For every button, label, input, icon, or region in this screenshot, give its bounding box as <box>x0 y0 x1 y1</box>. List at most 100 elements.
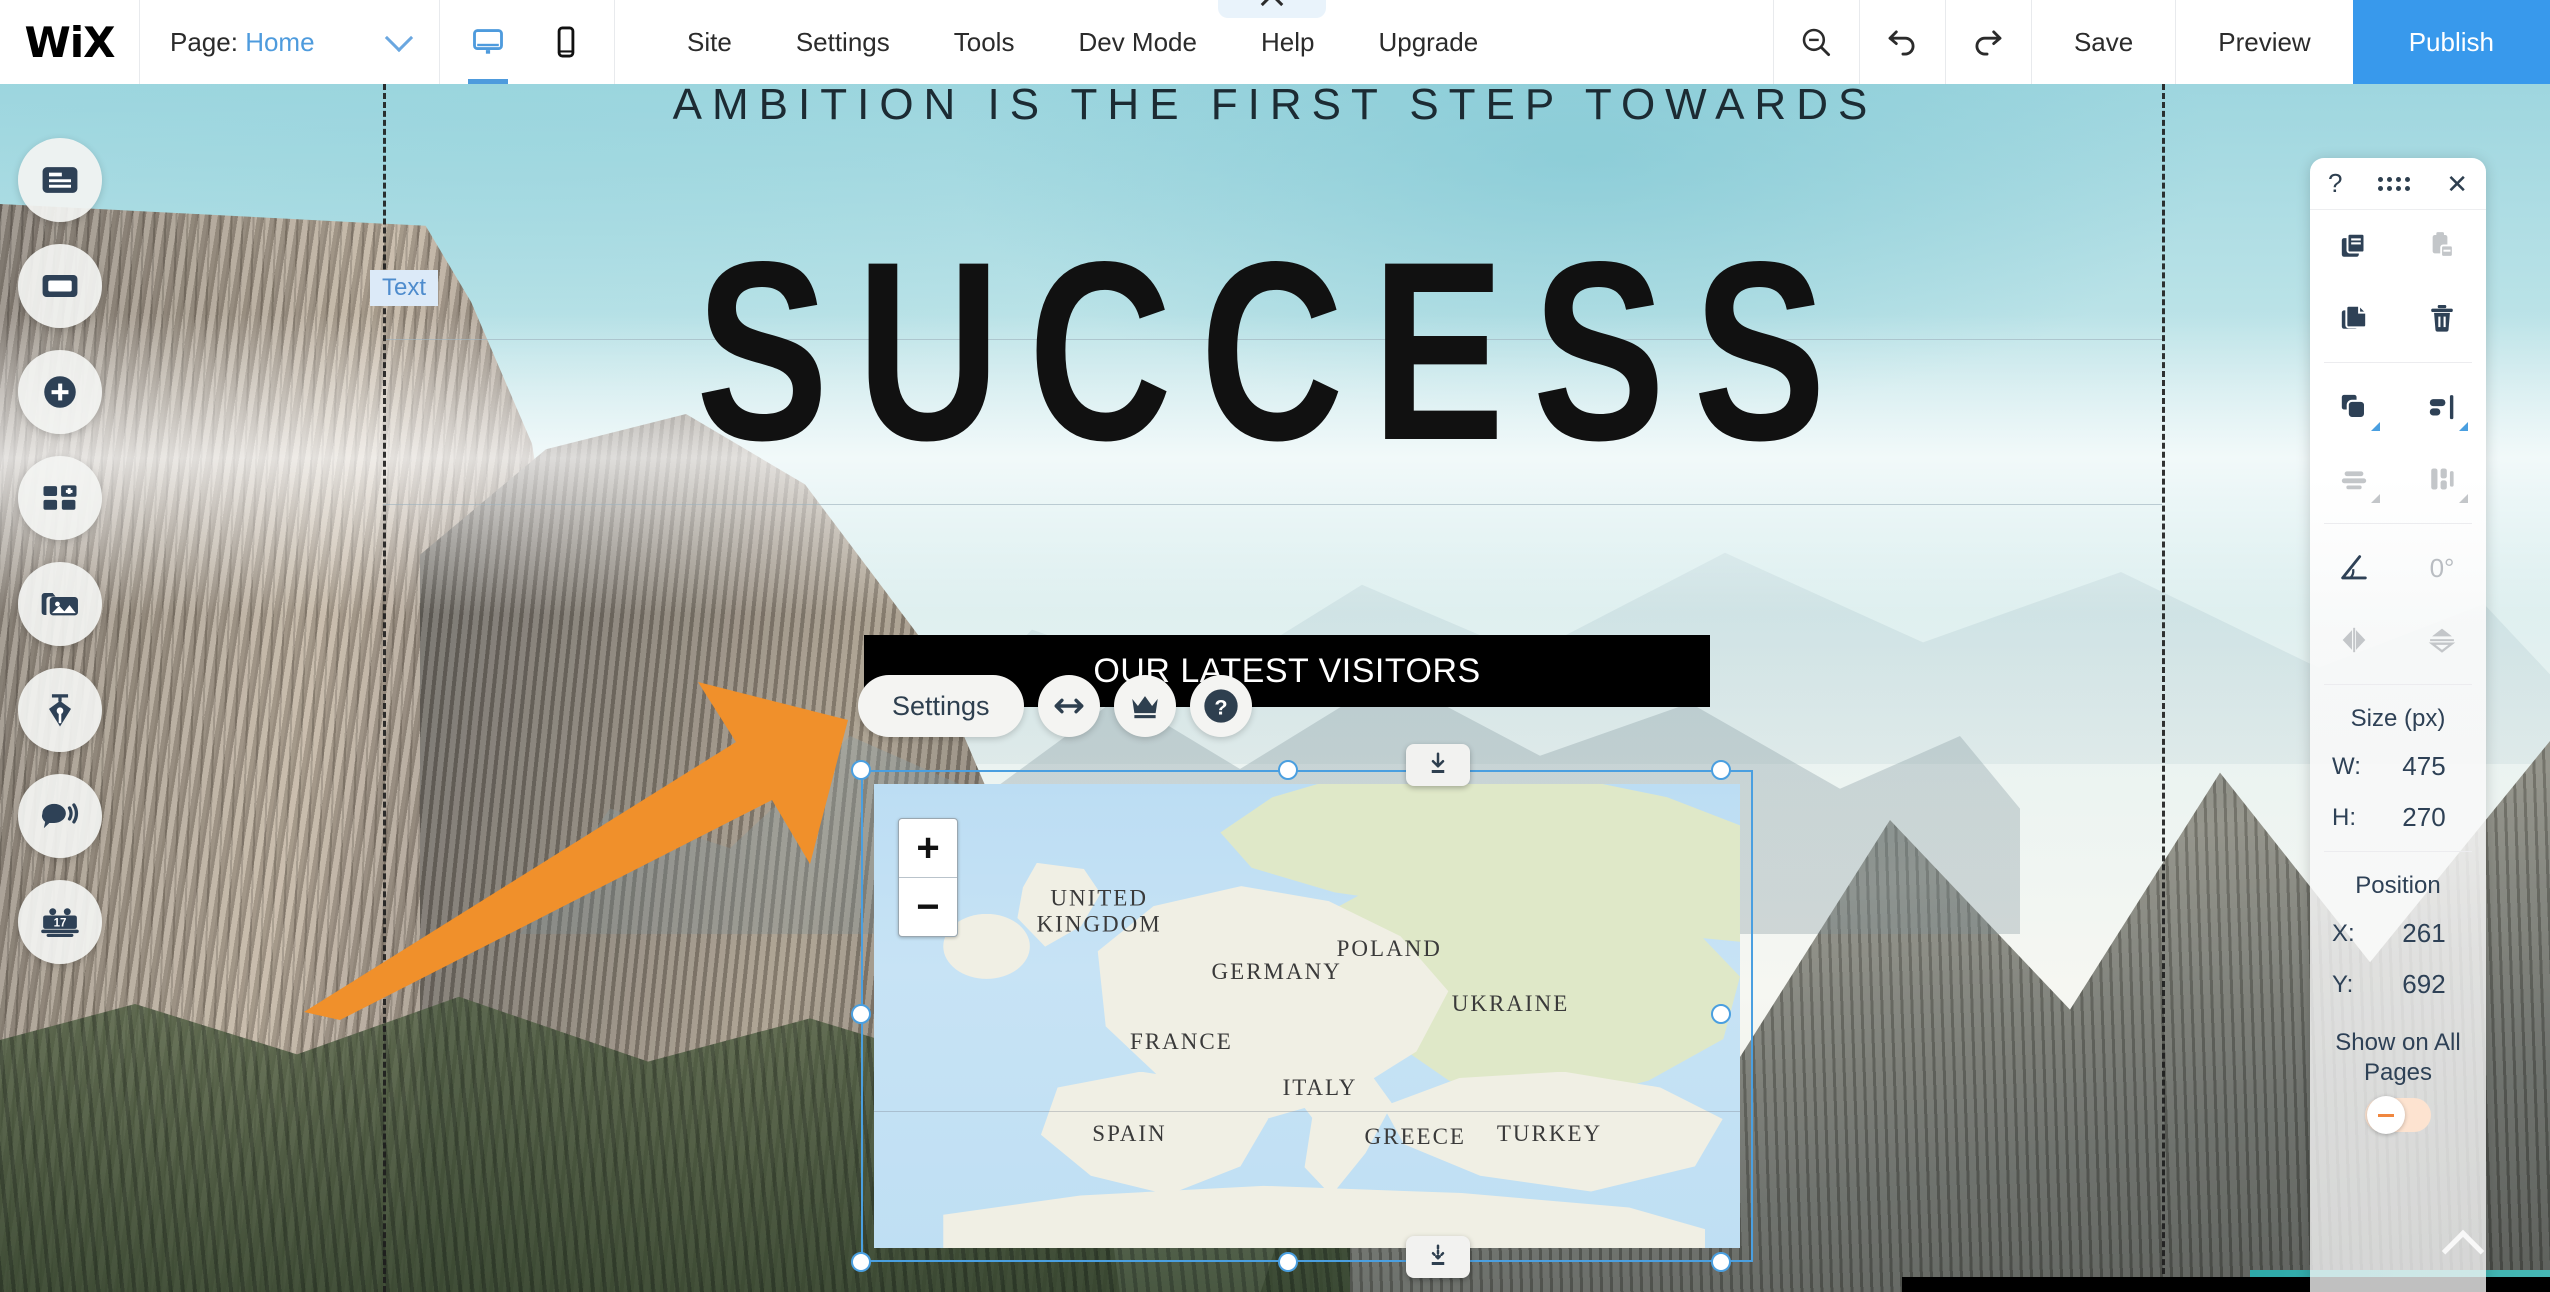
position-x-row[interactable]: X: 261 <box>2310 908 2486 959</box>
resize-handle-bottom-center[interactable] <box>1278 1252 1298 1272</box>
resize-handle-top-right[interactable] <box>1711 760 1731 780</box>
element-settings-button[interactable]: Settings <box>858 675 1024 737</box>
size-width-row[interactable]: W: 475 <box>2310 741 2486 792</box>
map-zoom-out-button[interactable]: − <box>899 878 957 936</box>
mobile-icon <box>557 26 575 58</box>
sidebar-item-bookings[interactable]: 17 <box>18 880 102 964</box>
show-on-all-pages-toggle[interactable] <box>2365 1096 2431 1134</box>
sidebar-item-menus-pages[interactable] <box>18 138 102 222</box>
undo-button[interactable] <box>1858 0 1945 84</box>
push-down-handle-top[interactable] <box>1406 744 1470 786</box>
distribute-horizontal-button[interactable] <box>2398 443 2486 515</box>
arrange-layers-button[interactable] <box>2310 371 2398 443</box>
sidebar-item-add[interactable] <box>18 350 102 434</box>
close-icon[interactable]: ✕ <box>2446 171 2468 197</box>
map-element[interactable]: UNITED KINGDOM POLAND GERMANY UKRAINE FRANCE… <box>874 784 1740 1248</box>
sidebar-item-add-apps[interactable] <box>18 456 102 540</box>
copy-style-button[interactable] <box>2310 210 2398 282</box>
map-zoom-in-button[interactable]: + <box>899 819 957 877</box>
height-label: H: <box>2332 803 2356 831</box>
distribute-vertical-button[interactable] <box>2310 443 2398 515</box>
arrange-layers-icon <box>2341 394 2367 420</box>
rotation-value[interactable]: 0° <box>2398 532 2486 604</box>
bookings-icon: 17 <box>41 908 79 937</box>
rotate-button[interactable] <box>2310 532 2398 604</box>
flip-horizontal-button[interactable] <box>2310 604 2398 676</box>
flip-vertical-button[interactable] <box>2398 604 2486 676</box>
drag-dots-icon[interactable] <box>2378 176 2411 191</box>
distribute-vertical-icon <box>2341 471 2367 490</box>
submenu-indicator <box>2371 494 2380 503</box>
element-action-toolbar[interactable]: Settings ? <box>858 675 1252 737</box>
collapse-top-bar-button[interactable] <box>1218 0 1326 18</box>
delete-button[interactable] <box>2398 282 2486 354</box>
element-help-button[interactable]: ? <box>1189 675 1252 737</box>
position-y-value[interactable]: 692 <box>2382 969 2466 1000</box>
menu-item-upgrade[interactable]: Upgrade <box>1346 0 1510 84</box>
redo-icon <box>1976 30 2002 56</box>
sidebar-item-blog[interactable] <box>18 668 102 752</box>
editor-top-bar[interactable]: WiX Page: Home Site Settings Tools Dev M… <box>0 0 2550 84</box>
menu-item-site[interactable]: Site <box>655 0 764 84</box>
desktop-view-button[interactable] <box>462 0 514 84</box>
mobile-view-button[interactable] <box>540 0 592 84</box>
map-country-label: GERMANY <box>1211 958 1342 984</box>
top-bar-right-actions[interactable]: Save Preview Publish <box>1772 0 2550 84</box>
left-sidebar[interactable]: 17 <box>18 138 102 964</box>
divider <box>2324 851 2472 852</box>
duplicate-button[interactable] <box>2310 282 2398 354</box>
align-button[interactable] <box>2398 371 2486 443</box>
publish-button[interactable]: Publish <box>2352 0 2550 84</box>
panel-clipboard-actions[interactable] <box>2310 210 2486 354</box>
sidebar-item-chat[interactable] <box>18 774 102 858</box>
push-down-icon <box>1431 752 1445 773</box>
resize-handle-middle-right[interactable] <box>1711 1004 1731 1024</box>
wix-logo[interactable]: WiX <box>0 0 140 84</box>
resize-handle-top-center[interactable] <box>1278 760 1298 780</box>
size-height-row[interactable]: H: 270 <box>2310 792 2486 843</box>
editor-canvas[interactable]: AMBITION IS THE FIRST STEP TOWARDS SUCCE… <box>0 84 2550 1292</box>
panel-rotate-row[interactable]: 0° <box>2310 532 2486 676</box>
preview-button[interactable]: Preview <box>2175 0 2352 84</box>
height-value[interactable]: 270 <box>2382 802 2466 833</box>
width-value[interactable]: 475 <box>2382 751 2466 782</box>
width-label: W: <box>2332 752 2361 780</box>
element-tools-panel[interactable]: ? ✕ 0° Size (px) W: 475 H: 270 Position … <box>2310 158 2486 1292</box>
position-y-row[interactable]: Y: 692 <box>2310 959 2486 1010</box>
help-icon[interactable]: ? <box>2328 168 2342 199</box>
hero-heading[interactable]: SUCCESS <box>281 224 2270 479</box>
show-on-all-pages-label: Show on All Pages <box>2335 1029 2461 1086</box>
apps-icon <box>43 485 77 510</box>
page-selector-label: Page: Home <box>170 26 315 57</box>
element-upgrade-button[interactable] <box>1113 675 1176 737</box>
resize-handle-top-left[interactable] <box>851 760 871 780</box>
main-menu[interactable]: Site Settings Tools Dev Mode Help Upgrad… <box>615 0 1510 84</box>
align-horizontal-icon <box>2429 395 2454 420</box>
paste-style-button[interactable] <box>2398 210 2486 282</box>
resize-handle-middle-left[interactable] <box>851 1004 871 1024</box>
save-button[interactable]: Save <box>2030 0 2175 84</box>
menu-item-tools[interactable]: Tools <box>922 0 1047 84</box>
media-icon <box>41 593 78 616</box>
sidebar-item-my-uploads[interactable] <box>18 562 102 646</box>
current-page-name: Home <box>245 26 315 57</box>
redo-button[interactable] <box>1944 0 2031 84</box>
device-switcher[interactable] <box>440 0 615 84</box>
element-stretch-button[interactable] <box>1037 675 1100 737</box>
map-canvas[interactable]: UNITED KINGDOM POLAND GERMANY UKRAINE FRANCE… <box>874 784 1740 1248</box>
page-selector[interactable]: Page: Home <box>140 0 440 84</box>
toggle-knob <box>2367 1096 2405 1134</box>
menu-item-settings[interactable]: Settings <box>764 0 922 84</box>
resize-handle-bottom-right[interactable] <box>1711 1252 1731 1272</box>
hero-subheading[interactable]: AMBITION IS THE FIRST STEP TOWARDS <box>0 84 2550 130</box>
menu-item-dev-mode[interactable]: Dev Mode <box>1046 0 1229 84</box>
chevron-down-icon <box>384 23 414 53</box>
push-down-handle-bottom[interactable] <box>1406 1236 1470 1278</box>
help-circle-icon: ? <box>1203 689 1238 723</box>
panel-arrange-actions[interactable] <box>2310 371 2486 515</box>
sidebar-item-background[interactable] <box>18 244 102 328</box>
map-zoom-control[interactable]: + − <box>898 818 958 937</box>
resize-handle-bottom-left[interactable] <box>851 1252 871 1272</box>
position-x-value[interactable]: 261 <box>2382 918 2466 949</box>
zoom-out-button[interactable] <box>1772 0 1859 84</box>
